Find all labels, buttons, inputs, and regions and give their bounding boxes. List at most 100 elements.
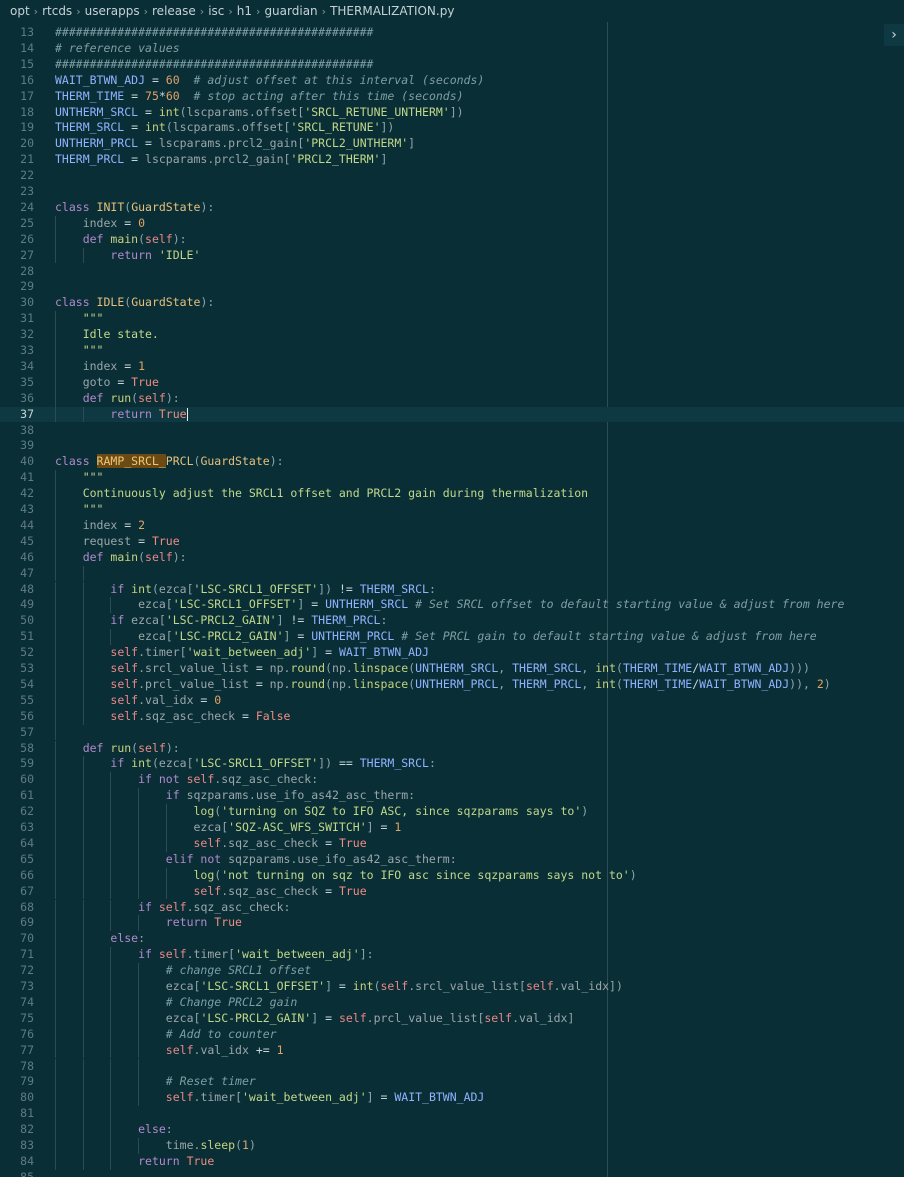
breadcrumb-item[interactable]: h1 (237, 4, 252, 18)
indent-guide (82, 661, 84, 677)
code-line[interactable]: 53 self.srcl_value_list = np.round(np.lin… (0, 661, 904, 677)
code-line[interactable]: 67 self.sqz_asc_check = True (0, 883, 904, 900)
code-line[interactable]: 37 return True (0, 406, 904, 423)
breadcrumb-item[interactable]: isc (208, 4, 224, 18)
code-line[interactable]: 78 (0, 1058, 904, 1075)
code-line[interactable]: 40 class RAMP_SRCL_PRCL(GuardState): (0, 454, 904, 470)
code-line[interactable]: 38 (0, 423, 904, 439)
code-line[interactable]: 31 """ (0, 311, 904, 328)
code-editor[interactable]: 13 ######################################… (0, 22, 904, 1177)
code-line[interactable]: 48 if int(ezca['LSC-SRCL1_OFFSET']) != TH… (0, 581, 904, 598)
indent-guide (82, 994, 84, 1011)
code-line[interactable]: 26 def main(self): (0, 231, 904, 248)
code-line[interactable]: 62 log('turning on SQZ to IFO ASC, since … (0, 804, 904, 820)
code-line[interactable]: 84 return True (0, 1153, 904, 1170)
code-line[interactable]: 19 THERM_SRCL = int(lscparams.offset['SRC… (0, 120, 904, 136)
code-line[interactable]: 69 return True (0, 915, 904, 932)
code-token: self (145, 549, 173, 564)
breadcrumb-item[interactable]: guardian (264, 4, 317, 18)
breadcrumb-item[interactable]: userapps (85, 4, 140, 18)
indent-guide (55, 899, 56, 916)
code-line[interactable]: 65 elif not sqzparams.use_ifo_as42_asc_th… (0, 851, 904, 868)
code-line[interactable]: 35 goto = True (0, 374, 904, 391)
code-line[interactable]: 74 # Change PRCL2 gain (0, 994, 904, 1011)
code-line[interactable]: 56 self.sqz_asc_check = False (0, 708, 904, 725)
code-line[interactable]: 49 ezca['LSC-SRCL1_OFFSET'] = UNTHERM_SRC… (0, 597, 904, 614)
code-token: prcl2_gain (228, 136, 298, 151)
code-line[interactable]: 57 (0, 724, 904, 741)
code-line[interactable]: 21 THERM_PRCL = lscparams.prcl2_gain['PRC… (0, 152, 904, 168)
breadcrumb-item[interactable]: THERMALIZATION.py (330, 4, 454, 18)
code-line[interactable]: 60 if not self.sqz_asc_check: (0, 772, 904, 789)
code-line[interactable]: 39 (0, 438, 904, 454)
code-line[interactable]: 17 THERM_TIME = 75*60 # stop acting after… (0, 89, 904, 105)
code-line[interactable]: 33 """ (0, 343, 904, 359)
code-line[interactable]: 77 self.val_idx += 1 (0, 1042, 904, 1059)
code-line[interactable]: 64 self.sqz_asc_check = True (0, 835, 904, 852)
code-line[interactable]: 52 self.timer['wait_between_adj'] = WAIT_… (0, 645, 904, 661)
code-line[interactable]: 80 self.timer['wait_between_adj'] = WAIT_… (0, 1090, 904, 1107)
code-text: THERM_TIME = 75*60 # stop acting after t… (55, 89, 464, 105)
code-line[interactable]: 13 ######################################… (0, 25, 904, 41)
code-line[interactable]: 76 # Add to counter (0, 1026, 904, 1043)
code-line[interactable]: 20 UNTHERM_PRCL = lscparams.prcl2_gain['P… (0, 136, 904, 152)
indent-guide (138, 1058, 140, 1075)
breadcrumb-item[interactable]: opt (10, 4, 30, 18)
code-line[interactable]: 70 else: (0, 931, 904, 948)
code-line[interactable]: 22 (0, 168, 904, 184)
code-line[interactable]: 43 """ (0, 502, 904, 518)
code-line[interactable]: 36 def run(self): (0, 390, 904, 407)
code-line[interactable]: 61 if sqzparams.use_ifo_as42_asc_therm: (0, 788, 904, 805)
code-line[interactable]: 85 (0, 1170, 904, 1177)
code-token: = (131, 533, 152, 548)
code-line[interactable]: 83 time.sleep(1) (0, 1138, 904, 1154)
code-line[interactable]: 46 def main(self): (0, 549, 904, 566)
code-line[interactable]: 16 WAIT_BTWN_ADJ = 60 # adjust offset at … (0, 73, 904, 89)
breadcrumb-item[interactable]: rtcds (42, 4, 72, 18)
code-line[interactable]: 58 def run(self): (0, 740, 904, 757)
code-token: ( (138, 549, 146, 564)
code-token: = (332, 979, 353, 993)
code-line[interactable]: 28 (0, 264, 904, 280)
code-line[interactable]: 29 (0, 279, 904, 295)
code-line[interactable]: 55 self.val_idx = 0 (0, 692, 904, 709)
code-token: int (131, 756, 152, 771)
code-line[interactable]: 73 ezca['LSC-SRCL1_OFFSET'] = int(self.sr… (0, 979, 904, 995)
code-line[interactable]: 41 """ (0, 470, 904, 487)
code-line[interactable]: 63 ezca['SQZ-ASC_WFS_SWITCH'] = 1 (0, 820, 904, 836)
code-line[interactable]: 14 # reference values (0, 41, 904, 57)
code-token: lscparams (158, 136, 222, 151)
code-line[interactable]: 44 index = 2 (0, 517, 904, 534)
code-line[interactable]: 75 ezca['LSC-PRCL2_GAIN'] = self.prcl_val… (0, 1010, 904, 1027)
code-text: if ezca['LSC-PRCL2_GAIN'] != THERM_PRCL: (110, 613, 387, 629)
code-line[interactable]: 32 Idle state. (0, 327, 904, 343)
code-line[interactable]: 30 class IDLE(GuardState): (0, 295, 904, 311)
chevron-right-icon[interactable]: › (884, 24, 904, 46)
code-line[interactable]: 25 index = 0 (0, 215, 904, 232)
code-line[interactable]: 79 # Reset timer (0, 1074, 904, 1091)
code-line[interactable]: 68 if self.sqz_asc_check: (0, 899, 904, 916)
code-line[interactable]: 18 UNTHERM_SRCL = int(lscparams.offset['S… (0, 105, 904, 121)
code-line[interactable]: 27 return 'IDLE' (0, 247, 904, 264)
code-line[interactable]: 24 class INIT(GuardState): (0, 200, 904, 216)
code-line[interactable]: 23 (0, 184, 904, 200)
code-token: 'LSC-PRCL2_GAIN' (165, 613, 277, 628)
code-line[interactable]: 71 if self.timer['wait_between_adj']: (0, 947, 904, 964)
code-line[interactable]: 42 Continuously adjust the SRCL1 offset a… (0, 486, 904, 502)
code-line[interactable]: 54 self.prcl_value_list = np.round(np.lin… (0, 676, 904, 693)
code-line[interactable]: 47 (0, 565, 904, 582)
code-line[interactable]: 50 if ezca['LSC-PRCL2_GAIN'] != THERM_PRC… (0, 613, 904, 630)
code-line[interactable]: 72 # change SRCL1 offset (0, 963, 904, 979)
code-line[interactable]: 82 else: (0, 1122, 904, 1138)
code-line[interactable]: 45 request = True (0, 533, 904, 550)
breadcrumb-item[interactable]: release (152, 4, 196, 18)
code-line[interactable]: 51 ezca['LSC-PRCL2_GAIN'] = UNTHERM_PRCL … (0, 629, 904, 646)
code-line[interactable]: 34 index = 1 (0, 358, 904, 375)
code-line[interactable]: 59 if int(ezca['LSC-SRCL1_OFFSET']) == TH… (0, 756, 904, 773)
breadcrumb[interactable]: opt › rtcds › userapps › release › isc › h1 › guardi… (0, 0, 904, 22)
code-line[interactable]: 81 (0, 1106, 904, 1123)
code-line[interactable]: 15 ######################################… (0, 57, 904, 73)
code-line[interactable]: 66 log('not turning on sqz to IFO asc sin… (0, 867, 904, 884)
code-text: """ (83, 502, 104, 518)
indent-guide (82, 915, 84, 932)
